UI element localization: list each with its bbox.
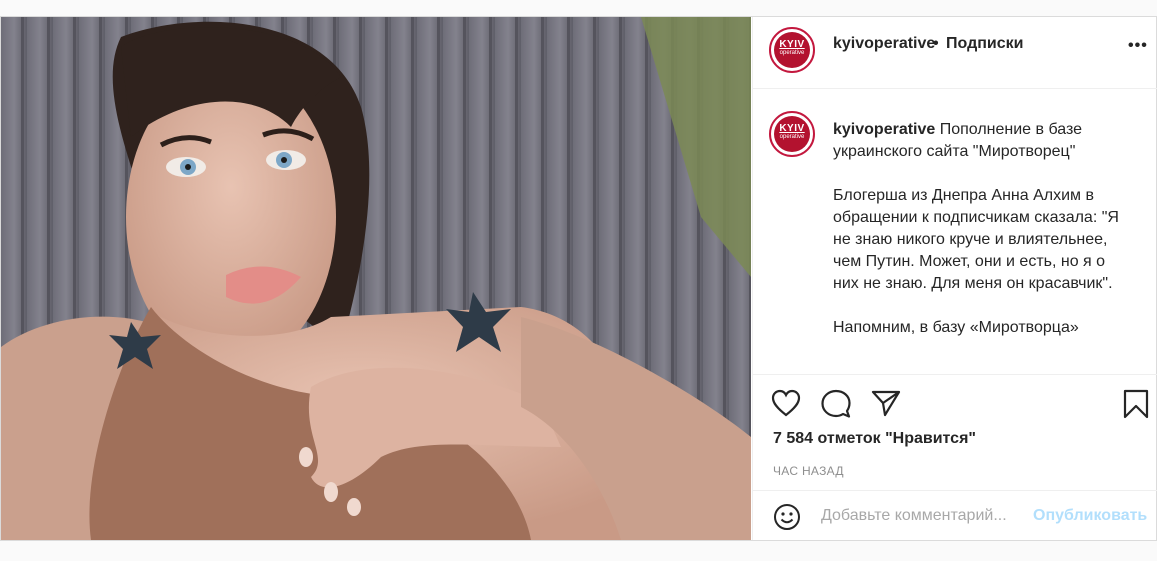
caption-area[interactable]: KYIV operative kyivoperative Пополнение …: [753, 89, 1157, 374]
post-header: KYIV operative kyivoperative • Подписки …: [753, 17, 1157, 89]
post-photo-image: [1, 17, 751, 540]
follow-separator: •: [933, 35, 939, 52]
avatar-logo-subtext: operative: [779, 50, 805, 56]
account-avatar[interactable]: KYIV operative: [769, 27, 815, 73]
post-actions: 7 584 отметок "Нравится" ЧАС НАЗАД Добав…: [753, 374, 1157, 530]
header-username[interactable]: kyivoperative: [833, 35, 935, 53]
caption-username[interactable]: kyivoperative: [833, 121, 935, 138]
likes-count[interactable]: 7 584 отметок "Нравится": [773, 430, 976, 448]
caption-avatar-logo: KYIV operative: [774, 116, 810, 152]
caption-avatar-logo-subtext: operative: [779, 134, 805, 140]
following-button[interactable]: Подписки: [946, 35, 1023, 53]
share-icon[interactable]: [871, 389, 901, 422]
bookmark-icon[interactable]: [1123, 389, 1149, 424]
caption-body: Пополнение в базе украинского сайта "Мир…: [833, 121, 1119, 336]
avatar-logo-text: KYIV: [779, 39, 805, 50]
comment-bar: Добавьте комментарий... Опубликовать: [753, 490, 1157, 542]
post-timestamp[interactable]: ЧАС НАЗАД: [773, 464, 844, 478]
caption-avatar[interactable]: KYIV operative: [769, 111, 815, 157]
emoji-icon[interactable]: [773, 503, 801, 536]
more-options-icon[interactable]: •••: [1128, 37, 1148, 55]
comment-icon[interactable]: [821, 389, 851, 424]
caption-text: kyivoperative Пополнение в базе украинск…: [833, 119, 1133, 339]
avatar-logo: KYIV operative: [774, 32, 810, 68]
post-side-panel: KYIV operative kyivoperative • Подписки …: [752, 17, 1157, 540]
caption-avatar-logo-text: KYIV: [779, 123, 805, 134]
post-photo[interactable]: [1, 17, 751, 540]
heart-icon[interactable]: [771, 389, 801, 422]
instagram-post: KYIV operative kyivoperative • Подписки …: [0, 16, 1157, 541]
publish-button[interactable]: Опубликовать: [1033, 507, 1147, 525]
comment-input[interactable]: Добавьте комментарий...: [821, 507, 1007, 525]
